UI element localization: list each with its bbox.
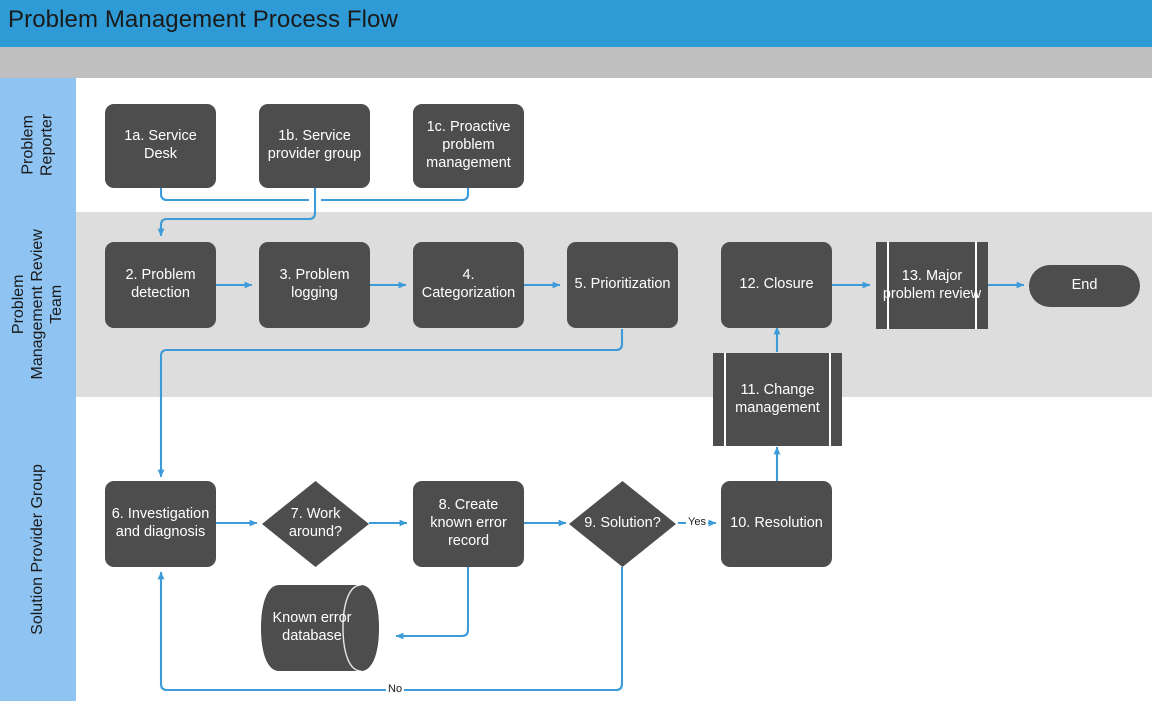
subprocess-bar-right-icon [975,242,977,329]
node-known-error-database[interactable]: Known error database [257,585,383,671]
lane-body-problem-reporter [76,78,1152,212]
node-1a-service-desk[interactable]: 1a. Service Desk [105,104,216,188]
node-4-label: 4. Categorization [421,267,516,301]
header-spacer-band [0,47,1152,78]
node-10-resolution[interactable]: 10. Resolution [721,481,832,567]
lane-label-problem-reporter: Problem Reporter [19,113,55,177]
node-2-problem-detection[interactable]: 2. Problem detection [105,242,216,328]
lane-header-solution-provider-group: Solution Provider Group [0,397,76,701]
subprocess-bar-right-icon [829,353,831,446]
edge-label-yes: Yes [686,516,708,528]
lane-header-problem-management-review-team: Problem Management Review Team [0,212,76,397]
node-2-label: 2. Problem detection [125,267,196,301]
subprocess-bar-left-icon [724,353,726,446]
lane-label-solution-provider-group: Solution Provider Group [28,463,46,635]
node-4-categorization[interactable]: 4. Categorization [413,242,524,328]
node-10-label: 10. Resolution [730,515,823,532]
node-1c-label: 1c. Proactive problem management [426,119,511,171]
node-3-problem-logging[interactable]: 3. Problem logging [259,242,370,328]
title-bar: Problem Management Process Flow [0,0,1152,47]
node-8-label: 8. Create known error record [430,497,507,549]
node-1b-service-provider-group[interactable]: 1b. Service provider group [259,104,370,188]
node-end[interactable]: End [1029,265,1140,307]
page-title: Problem Management Process Flow [8,6,398,33]
node-1a-label: 1a. Service Desk [124,128,197,162]
node-5-prioritization[interactable]: 5. Prioritization [567,242,678,328]
subprocess-bar-left-icon [887,242,889,329]
node-7-label: 7. Work around? [288,506,343,540]
node-6-investigation-and-diagnosis[interactable]: 6. Investigation and diagnosis [105,481,216,567]
node-13-major-problem-review[interactable]: 13. Major problem review [876,242,988,329]
node-5-label: 5. Prioritization [574,276,671,293]
lane-label-problem-management-review-team: Problem Management Review Team [9,229,65,380]
node-12-closure[interactable]: 12. Closure [721,242,832,328]
node-8-create-known-error-record[interactable]: 8. Create known error record [413,481,524,567]
node-11-label: 11. Change management [735,381,820,416]
node-13-label: 13. Major problem review [882,267,982,302]
lane-header-problem-reporter: Problem Reporter [0,78,76,212]
node-3-label: 3. Problem logging [279,267,350,301]
node-9-solution-decision[interactable]: 9. Solution? [569,481,676,567]
node-1c-proactive-problem-management[interactable]: 1c. Proactive problem management [413,104,524,188]
node-12-label: 12. Closure [739,276,814,293]
node-9-label: 9. Solution? [584,515,661,532]
node-1b-label: 1b. Service provider group [267,128,362,162]
edge-label-no: No [386,683,405,695]
node-7-work-around-decision[interactable]: 7. Work around? [262,481,369,567]
node-end-label: End [1071,277,1098,294]
node-11-change-management[interactable]: 11. Change management [713,353,842,446]
node-6-label: 6. Investigation and diagnosis [111,506,210,540]
node-known-error-database-label: Known error database [272,610,352,644]
